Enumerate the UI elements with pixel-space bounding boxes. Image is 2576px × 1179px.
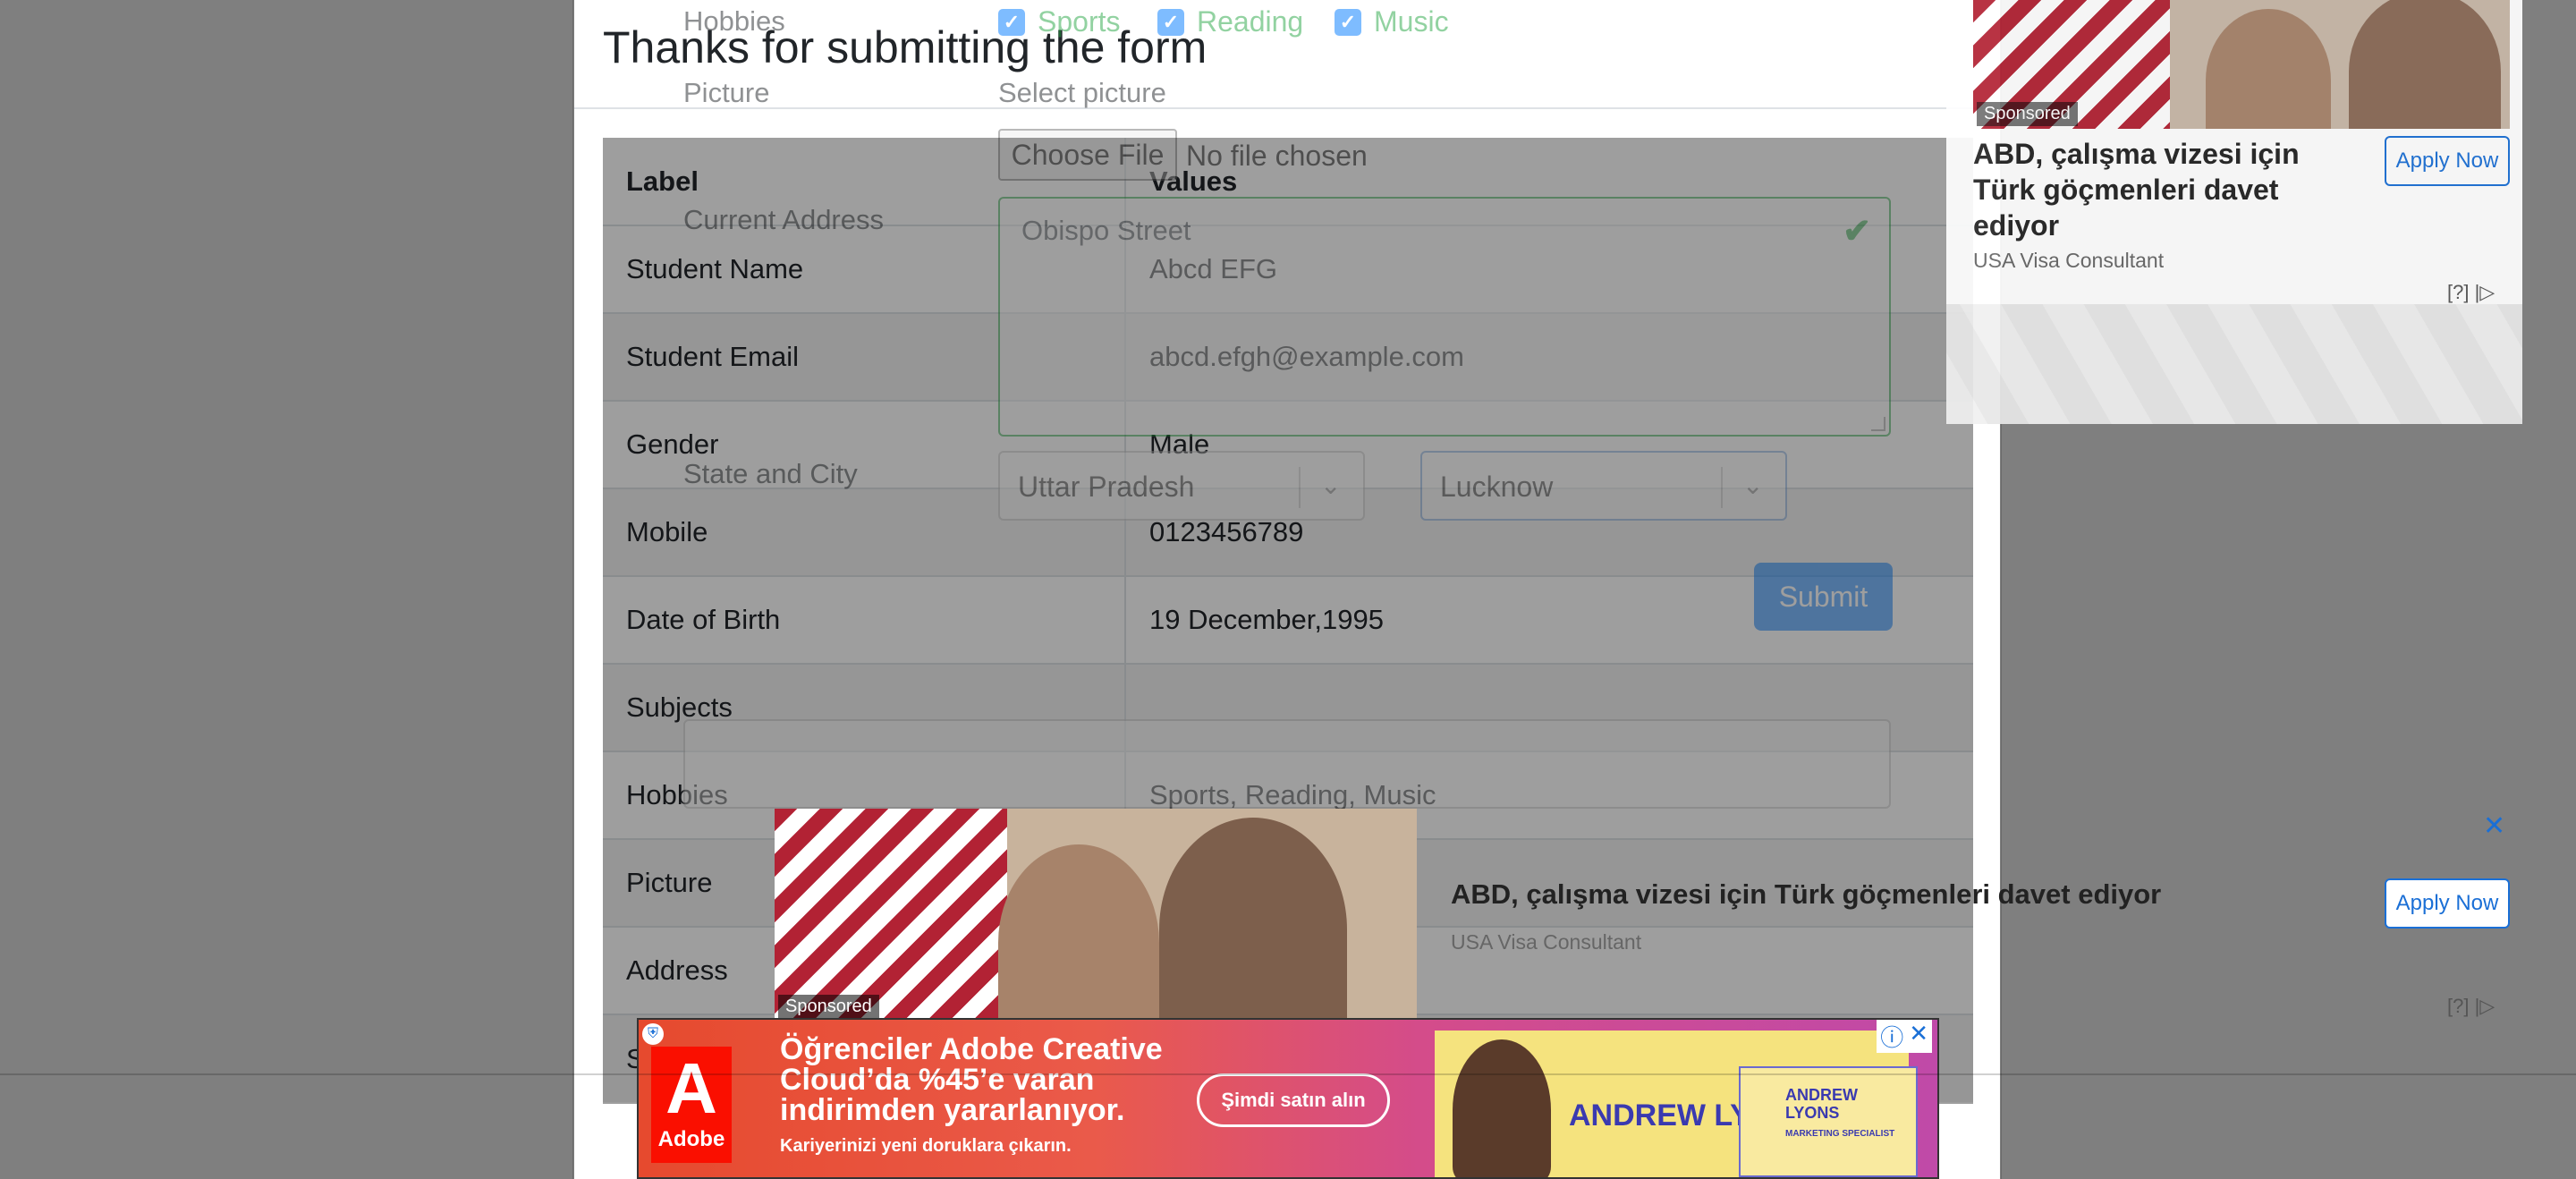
- person-graphic: [2349, 0, 2501, 129]
- ad-image[interactable]: Sponsored: [775, 809, 1417, 1020]
- ad-title[interactable]: ABD, çalışma vizesi için Türk göçmenleri…: [1973, 136, 2340, 243]
- close-icon[interactable]: ✕: [2483, 810, 2505, 842]
- flag-graphic: [775, 809, 1007, 1020]
- ad-background: [1946, 304, 2522, 424]
- ad-headline[interactable]: Öğrenciler Adobe Creative Cloud’da %45’e…: [780, 1034, 1245, 1125]
- apply-now-button[interactable]: Apply Now: [2385, 878, 2510, 929]
- close-icon[interactable]: ✕: [1909, 1020, 1928, 1053]
- adobe-wordmark: Adobe: [657, 1127, 725, 1151]
- footer-divider: [0, 1073, 2576, 1075]
- ad-source[interactable]: USA Visa Consultant: [1451, 930, 1641, 954]
- adobe-logo: A Adobe: [651, 1047, 732, 1163]
- sponsored-ad-top[interactable]: Sponsored ABD, çalışma vizesi için Türk …: [1946, 0, 2522, 424]
- apply-now-button[interactable]: Apply Now: [2385, 136, 2510, 186]
- card-title: MARKETING SPECIALIST: [1785, 1129, 1895, 1139]
- adchoices-icon[interactable]: [?] |▷: [2447, 995, 2495, 1018]
- ad-controls: ⓘ ✕: [1877, 1020, 1932, 1053]
- ad-subtext: Kariyerinizi yeni doruklara çıkarın.: [780, 1136, 1072, 1156]
- person-graphic: [998, 844, 1159, 1020]
- ad-title[interactable]: ABD, çalışma vizesi için Türk göçmenleri…: [1451, 877, 2161, 912]
- modal-title: Thanks for submitting the form: [603, 22, 1208, 72]
- business-card: ANDREW LYONS MARKETING SPECIALIST: [1739, 1066, 1918, 1177]
- divider: [574, 107, 2000, 109]
- info-icon[interactable]: ⓘ: [1880, 1020, 1903, 1053]
- ad-source[interactable]: USA Visa Consultant: [1973, 249, 2164, 273]
- adobe-a-icon: A: [665, 1048, 717, 1128]
- card-name: ANDREW LYONS: [1785, 1086, 1858, 1122]
- sponsored-tag: Sponsored: [1977, 102, 2078, 126]
- ad-image[interactable]: Sponsored: [1973, 0, 2510, 129]
- ad-visual[interactable]: ANDREW LYONS ANDREW LYONS MARKETING SPEC…: [1435, 1031, 1918, 1177]
- person-graphic: [2206, 9, 2331, 129]
- shield-icon: ⛨: [642, 1023, 664, 1045]
- adobe-banner-ad[interactable]: ⛨ A Adobe Öğrenciler Adobe Creative Clou…: [637, 1018, 1939, 1179]
- sponsored-ad-middle[interactable]: Sponsored ABD, çalışma vizesi için Türk …: [775, 809, 2522, 1020]
- adchoices-icon[interactable]: [?] |▷: [2447, 281, 2495, 304]
- person-graphic: [1453, 1039, 1551, 1177]
- sponsored-tag: Sponsored: [778, 995, 879, 1019]
- buy-now-button[interactable]: Şimdi satın alın: [1197, 1073, 1390, 1127]
- person-graphic: [1159, 818, 1347, 1020]
